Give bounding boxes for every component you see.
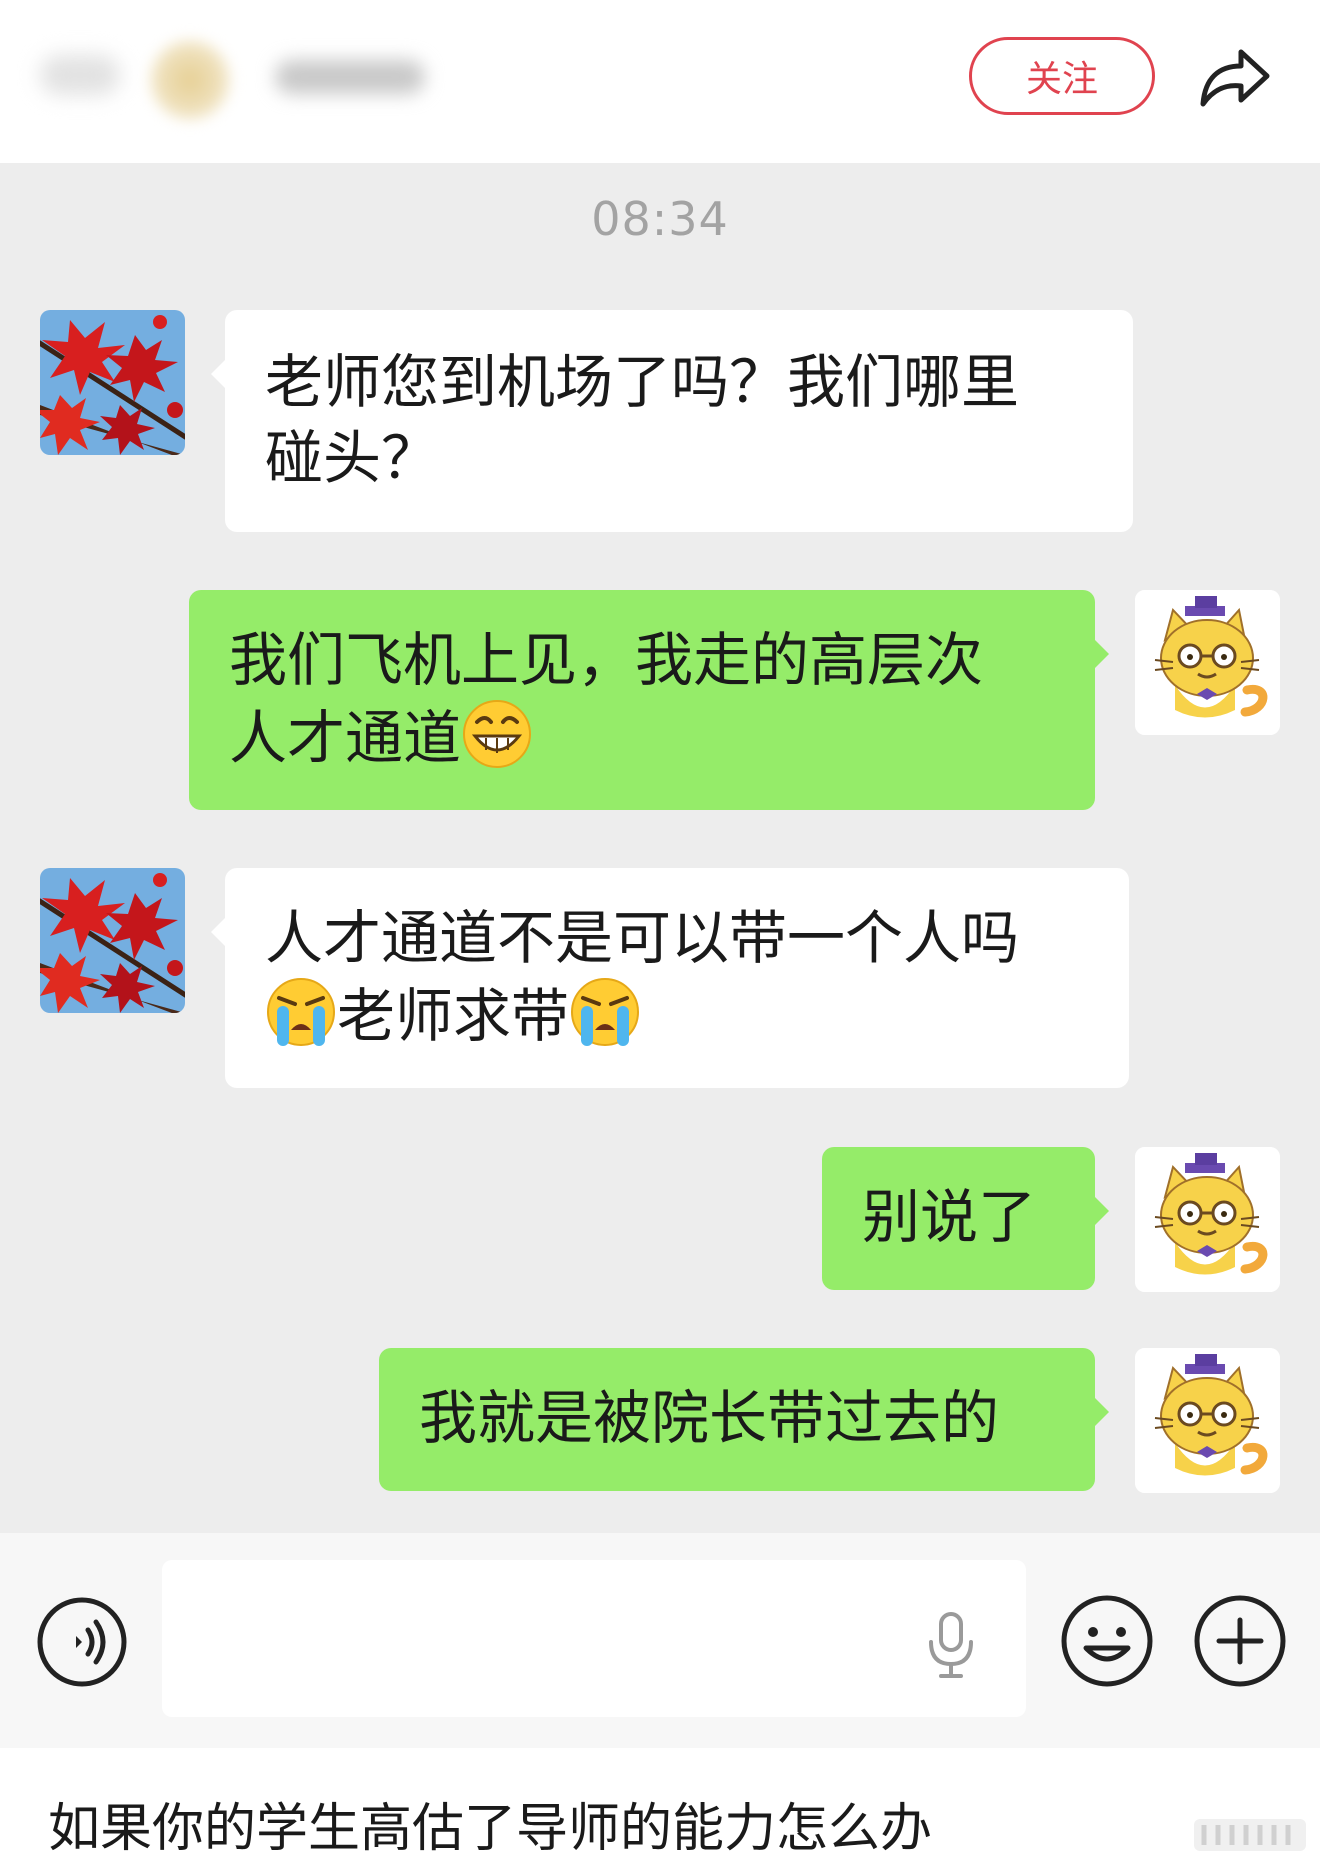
message-line: 碰头？ xyxy=(265,424,440,492)
my-avatar[interactable] xyxy=(1135,590,1280,735)
blurred-back-icon[interactable] xyxy=(40,55,120,95)
message-bubble-sent[interactable]: 别说了 xyxy=(822,1147,1109,1290)
message-bubble-sent[interactable]: 我就是被院长带过去的 xyxy=(379,1348,1109,1491)
blurred-profile-avatar[interactable] xyxy=(150,40,230,120)
top-bar: 关注 xyxy=(0,0,1320,163)
watermark-logo xyxy=(1194,1819,1306,1851)
message-bubble-received[interactable]: 老师您到机场了吗？我们哪里 碰头？ xyxy=(211,310,1133,532)
message-timestamp: 08:34 xyxy=(591,192,729,246)
contact-avatar[interactable] xyxy=(40,310,185,455)
message-line: 人才通道 xyxy=(229,698,1055,776)
my-avatar[interactable] xyxy=(1135,1348,1280,1493)
message-line: 老师您到机场了吗？我们哪里 xyxy=(265,348,1020,416)
loudly-crying-face-emoji-icon xyxy=(265,976,337,1048)
message-line: 人才通道不是可以带一个人吗 xyxy=(265,904,1020,972)
follow-button[interactable]: 关注 xyxy=(969,37,1155,115)
voice-icon[interactable] xyxy=(36,1596,128,1688)
share-arrow-icon[interactable] xyxy=(1195,38,1275,118)
plus-icon[interactable] xyxy=(1193,1594,1287,1688)
message-line: 我们飞机上见，我走的高层次 xyxy=(229,626,984,694)
loudly-crying-face-emoji-icon xyxy=(569,976,641,1048)
message-line: 老师求带 xyxy=(265,976,1089,1054)
post-caption: 如果你的学生高估了导师的能力怎么办 xyxy=(48,1799,933,1859)
message-line: 我就是被院长带过去的 xyxy=(419,1384,1000,1452)
emoji-icon[interactable] xyxy=(1060,1594,1154,1688)
message-bubble-sent[interactable]: 我们飞机上见，我走的高层次 人才通道 xyxy=(189,590,1109,810)
microphone-icon[interactable] xyxy=(925,1610,977,1680)
grinning-face-emoji-icon xyxy=(461,698,533,770)
blurred-username[interactable] xyxy=(275,60,425,94)
my-avatar[interactable] xyxy=(1135,1147,1280,1292)
message-input[interactable] xyxy=(162,1560,1026,1717)
contact-avatar[interactable] xyxy=(40,868,185,1013)
message-bubble-received[interactable]: 人才通道不是可以带一个人吗 老师求带 xyxy=(211,868,1129,1088)
message-line: 别说了 xyxy=(862,1183,1037,1251)
